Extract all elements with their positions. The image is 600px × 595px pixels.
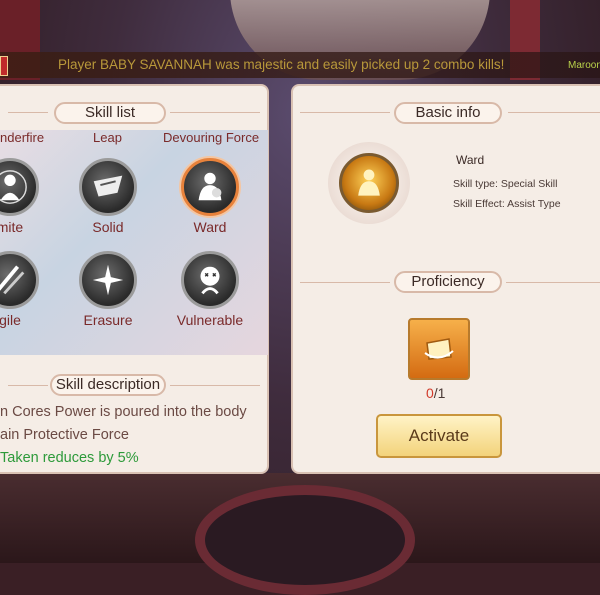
selected-skill-icon	[328, 142, 410, 224]
skill-label: Erasure	[83, 312, 133, 328]
speed-lines-icon	[0, 251, 39, 309]
skill-slot-ward[interactable]: Ward	[170, 158, 250, 235]
proficiency-count: 0/1	[426, 385, 445, 401]
proficiency-title: Proficiency	[394, 271, 502, 293]
basic-info-title: Basic info	[394, 102, 502, 124]
skill-slot-vulnerable[interactable]: Vulnerable	[170, 251, 250, 328]
skill-label: Vulnerable	[176, 312, 244, 328]
skill-type: Skill type: Special Skill	[453, 178, 558, 190]
skill-label: Ward	[193, 219, 227, 235]
skill-effect-line: Taken reduces by 5%	[0, 450, 139, 466]
hurt-face-icon	[181, 251, 239, 309]
skill-label: gile	[0, 312, 21, 328]
skill-list-title: Skill list	[54, 102, 166, 124]
proficiency-current: 0	[426, 385, 434, 401]
announcement-bar: Player BABY SAVANNAH was majestic and ea…	[0, 52, 600, 78]
skill-label: Solid	[92, 219, 124, 235]
skill-label-partial: nderfire	[0, 130, 45, 145]
proficiency-max: /1	[433, 385, 446, 401]
skill-label-leap: Leap	[93, 130, 122, 145]
skill-effect-type: Skill Effect: Assist Type	[453, 198, 561, 210]
background-arena-ring	[195, 485, 415, 595]
divider	[170, 385, 260, 386]
proficiency-scroll-icon[interactable]	[408, 318, 470, 380]
skill-slot-erasure[interactable]: Erasure	[68, 251, 148, 328]
divider	[300, 112, 390, 113]
skill-label-devouring-force: Devouring Force	[163, 130, 260, 145]
guardian-figure-icon	[181, 158, 239, 216]
skill-description-title: Skill description	[50, 374, 166, 396]
skill-slot-solid[interactable]: Solid	[68, 158, 148, 235]
divider	[8, 112, 48, 113]
skill-slot-mite[interactable]: mite	[0, 158, 50, 235]
skill-label: mite	[0, 219, 24, 235]
divider	[300, 282, 390, 283]
announcement-side-name: Maroon	[568, 60, 600, 71]
announcement-message: Player BABY SAVANNAH was majestic and ea…	[58, 57, 505, 72]
divider	[506, 282, 600, 283]
skill-slot-gile[interactable]: gile	[0, 251, 50, 328]
figure-aura-icon	[0, 158, 39, 216]
burst-icon	[79, 251, 137, 309]
divider	[8, 385, 48, 386]
divider	[508, 112, 600, 113]
skill-description-line: n Cores Power is poured into the body	[0, 404, 247, 420]
guardian-figure-icon	[339, 153, 399, 213]
skill-description-line: ain Protective Force	[0, 427, 129, 443]
skill-name: Ward	[456, 153, 485, 167]
shield-bird-icon	[79, 158, 137, 216]
activate-button[interactable]: Activate	[376, 414, 502, 458]
announcement-tag	[0, 56, 8, 76]
divider	[170, 112, 260, 113]
